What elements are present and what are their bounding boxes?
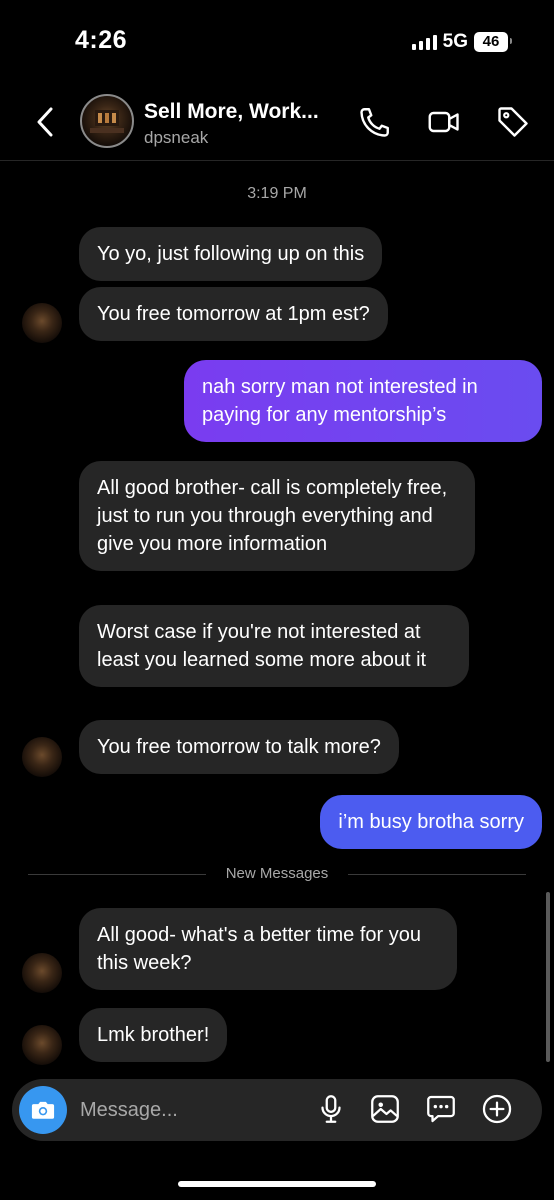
sender-avatar bbox=[22, 953, 62, 993]
sender-avatar bbox=[22, 303, 62, 343]
status-time: 4:26 bbox=[75, 26, 128, 54]
camera-icon[interactable] bbox=[19, 1086, 67, 1134]
gallery-icon[interactable] bbox=[368, 1092, 402, 1126]
message-timestamp: 3:19 PM bbox=[247, 185, 307, 202]
home-indicator bbox=[178, 1181, 376, 1187]
battery-icon: 46 bbox=[474, 32, 512, 52]
network-label: 5G bbox=[442, 31, 468, 52]
message-bubble-incoming[interactable]: Lmk brother! bbox=[79, 1008, 228, 1062]
message-bubble-incoming[interactable]: You free tomorrow to talk more? bbox=[79, 720, 399, 774]
message-bubble-incoming[interactable]: All good- what's a better time for you t… bbox=[79, 908, 457, 990]
chat-title[interactable]: Sell More, Work... bbox=[144, 100, 349, 124]
sticker-icon[interactable] bbox=[424, 1092, 458, 1126]
message-bubble-incoming[interactable]: All good brother- call is completely fre… bbox=[79, 461, 475, 571]
message-bubble-outgoing[interactable]: i’m busy brotha sorry bbox=[320, 795, 542, 849]
message-bubble-incoming[interactable]: You free tomorrow at 1pm est? bbox=[79, 287, 388, 341]
sender-avatar bbox=[22, 1025, 62, 1065]
message-bubble-incoming[interactable]: Yo yo, just following up on this bbox=[79, 227, 383, 281]
scrollbar[interactable] bbox=[546, 892, 550, 1062]
header-divider bbox=[0, 160, 554, 161]
message-input[interactable] bbox=[80, 1095, 300, 1125]
video-camera-icon[interactable] bbox=[426, 104, 462, 140]
chat-username[interactable]: dpsneak bbox=[144, 128, 208, 148]
status-indicators: 5G 46 bbox=[411, 31, 512, 53]
avatar[interactable] bbox=[80, 94, 134, 148]
phone-icon[interactable] bbox=[357, 104, 393, 140]
add-icon[interactable] bbox=[480, 1092, 514, 1126]
tag-icon[interactable] bbox=[495, 104, 531, 140]
sender-avatar bbox=[22, 737, 62, 777]
message-bubble-incoming[interactable]: Worst case if you're not interested at l… bbox=[79, 605, 469, 687]
back-chevron-icon[interactable] bbox=[32, 104, 60, 140]
message-bubble-outgoing[interactable]: nah sorry man not interested in paying f… bbox=[184, 360, 542, 442]
microphone-icon[interactable] bbox=[314, 1092, 348, 1126]
signal-icon bbox=[411, 34, 437, 50]
new-messages-label: New Messages bbox=[0, 865, 554, 882]
